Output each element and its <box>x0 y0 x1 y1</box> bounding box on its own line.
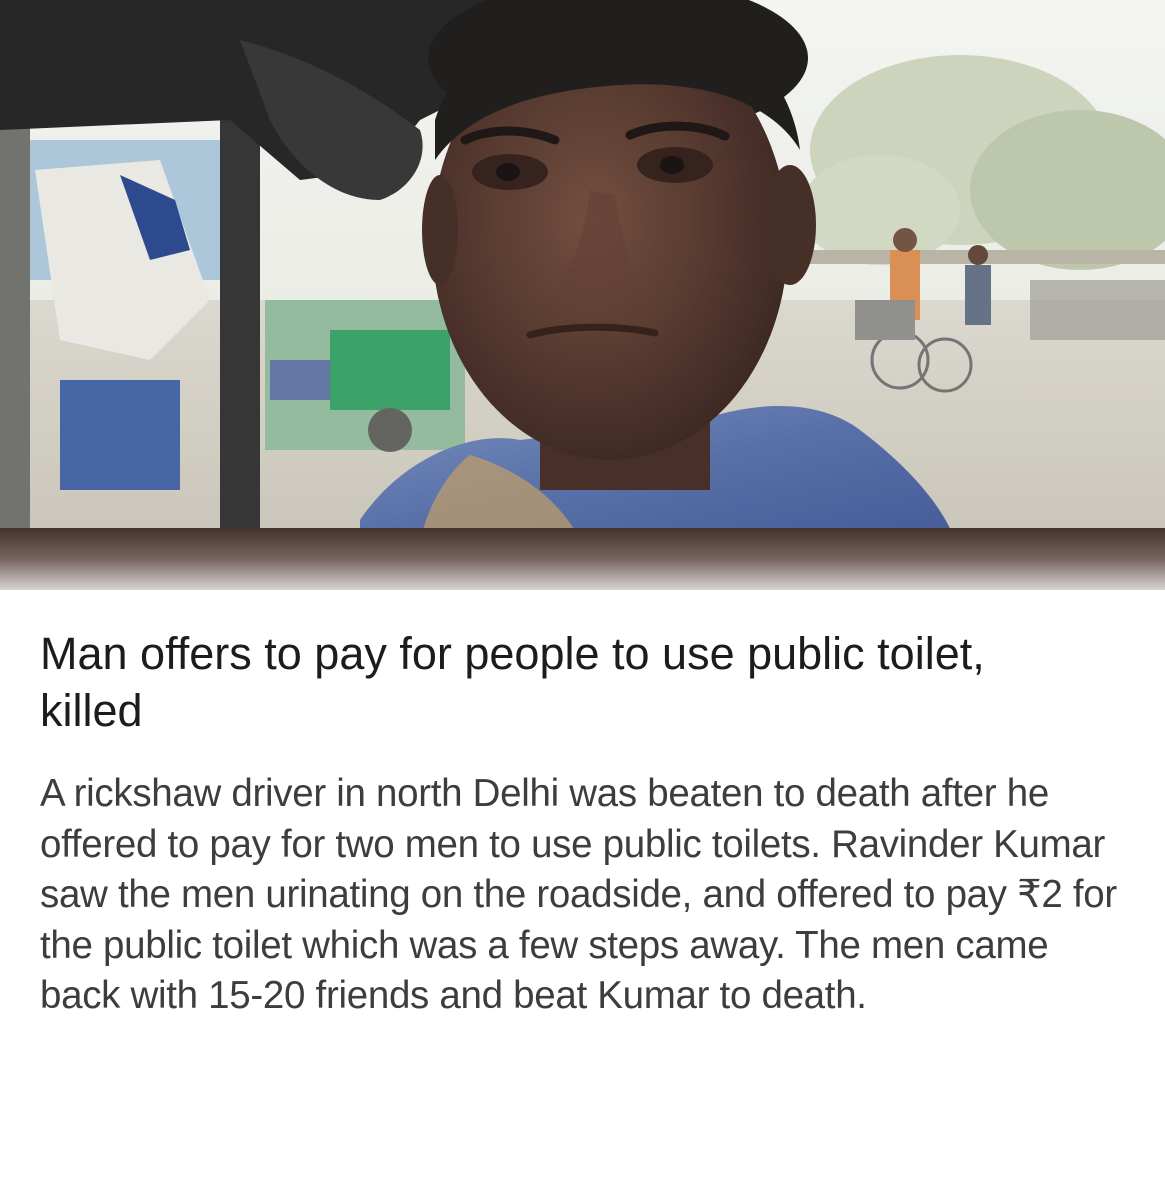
article-card: Man offers to pay for people to use publ… <box>0 0 1165 1200</box>
article-body: A rickshaw driver in north Delhi was bea… <box>40 772 1117 1017</box>
news-photo <box>0 0 1165 590</box>
article-content: Man offers to pay for people to use publ… <box>40 625 1140 1022</box>
photo-illustration <box>0 0 1165 590</box>
article-headline: Man offers to pay for people to use publ… <box>40 628 985 736</box>
